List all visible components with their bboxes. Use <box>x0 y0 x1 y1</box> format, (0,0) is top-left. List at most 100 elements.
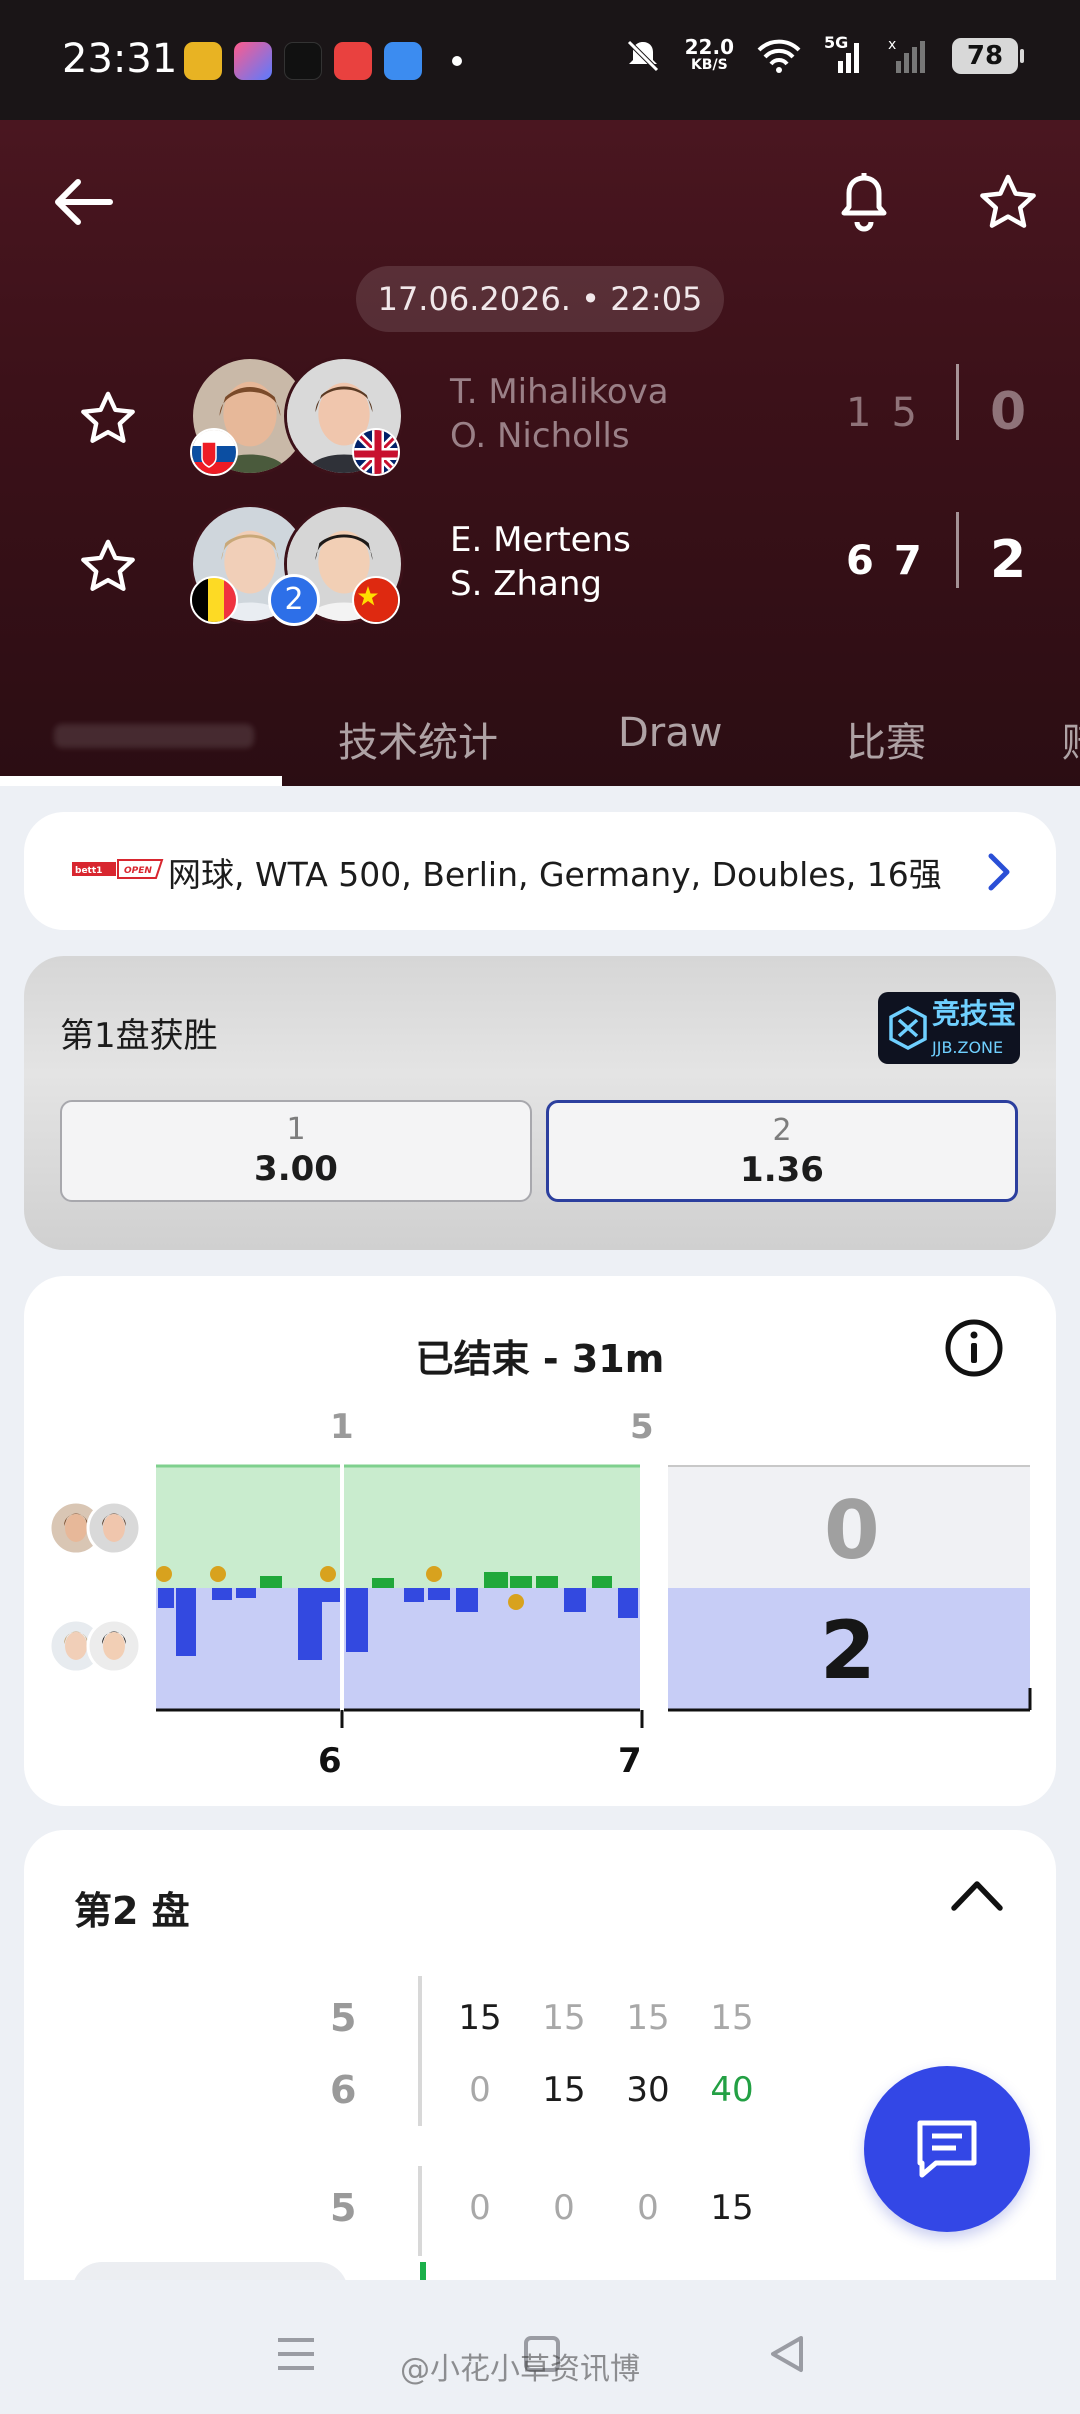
notification-icons <box>184 42 462 80</box>
odds-option-1[interactable]: 1 3.00 <box>60 1100 532 1202</box>
set-score: 1 <box>846 390 872 436</box>
team2-set-scores: 6 7 <box>846 538 922 584</box>
momentum-bar <box>176 1588 196 1656</box>
momentum-bar <box>564 1588 586 1612</box>
flag-belgium-icon <box>190 576 238 624</box>
chevron-up-icon <box>951 1881 1003 1911</box>
momentum-bar <box>510 1576 532 1588</box>
game-divider <box>418 2166 422 2256</box>
watermark: @小花小草资讯博 <box>400 2352 640 2387</box>
team1-games: 5 <box>330 2186 357 2230</box>
tab-statistics[interactable]: 技术统计 <box>338 710 498 768</box>
team1-sets-won: 0 <box>990 382 1027 442</box>
point-score: 30 <box>626 2070 670 2110</box>
active-tab-indicator <box>0 776 282 786</box>
player-name: T. Mihalikova <box>450 372 669 412</box>
odds-label: 1 <box>286 1112 306 1147</box>
tab-overview[interactable] <box>54 710 254 760</box>
momentum-bar <box>322 1588 340 1602</box>
flag-uk-icon <box>352 428 400 476</box>
team1-avatars <box>48 1500 142 1556</box>
match-momentum-card: 已结束 - 31m 1 5 6 7 0 2 <box>24 1276 1056 1806</box>
tab-matches[interactable]: 比赛 <box>846 710 926 768</box>
more-notifications-dot <box>452 56 462 66</box>
point-score: 15 <box>542 1998 586 2038</box>
player-name: E. Mertens <box>450 520 631 560</box>
browser-app-icon <box>384 42 422 80</box>
team1-names: T. Mihalikova O. Nicholls <box>450 370 669 458</box>
break-marker-icon <box>320 1566 336 1582</box>
comments-button[interactable] <box>864 2066 1030 2232</box>
momentum-bar <box>372 1578 394 1588</box>
photo-app-icon <box>234 42 272 80</box>
point-score: 15 <box>626 1998 670 2038</box>
team1-zone <box>156 1466 642 1588</box>
odds-card: 第1盘获胜 竞技宝 JJB.ZONE 1 3.00 2 1.36 <box>24 956 1056 1250</box>
point-score: 15 <box>542 2070 586 2110</box>
team2-names: E. Mertens S. Zhang <box>450 518 631 606</box>
status-bar: 23:31 22.0 KB/S 5G x 78 <box>0 0 1080 120</box>
momentum-bar <box>618 1588 638 1618</box>
status-time: 23:31 <box>62 36 178 82</box>
team-row-1[interactable]: T. Mihalikova O. Nicholls 1 5 0 <box>0 350 1080 480</box>
menu-icon <box>278 2338 314 2370</box>
back-button[interactable] <box>42 162 122 242</box>
signal-sim2-icon: x <box>888 37 925 73</box>
tab-draw[interactable]: Draw <box>618 710 722 756</box>
team1-set-scores: 1 5 <box>846 390 917 436</box>
tab-odds[interactable]: 赔 <box>1062 710 1080 768</box>
team1-set2-label: 5 <box>630 1407 654 1447</box>
flag-slovakia-icon <box>190 428 238 476</box>
collapse-button[interactable] <box>950 1878 1004 1916</box>
tiktok-app-icon <box>284 42 322 80</box>
momentum-bar <box>404 1588 424 1602</box>
favorite-team1-button[interactable] <box>70 380 146 456</box>
point-score: 0 <box>469 2188 491 2228</box>
break-marker-icon <box>508 1594 524 1610</box>
favorite-match-button[interactable] <box>968 162 1048 242</box>
back-nav-button[interactable] <box>756 2324 816 2384</box>
momentum-bar <box>428 1588 450 1600</box>
momentum-bar <box>456 1588 478 1612</box>
momentum-bar <box>260 1576 282 1588</box>
sponsor-logo[interactable]: 竞技宝 JJB.ZONE <box>878 992 1020 1064</box>
game-divider <box>418 1976 422 2126</box>
tournament-logo: bett1 OPEN <box>72 856 168 882</box>
battery-indicator: 78 <box>952 38 1024 74</box>
team-row-2[interactable]: 2 E. Mertens S. Zhang 6 7 2 <box>0 498 1080 628</box>
set-score: 6 <box>846 538 874 584</box>
point-score: 40 <box>710 2070 754 2110</box>
star-icon <box>980 174 1036 228</box>
break-marker-icon <box>156 1566 172 1582</box>
triangle-back-icon <box>771 2336 803 2372</box>
svg-text:OPEN: OPEN <box>124 866 152 876</box>
momentum-bar <box>298 1588 322 1660</box>
momentum-bar <box>158 1588 174 1608</box>
mute-icon <box>626 40 659 72</box>
team1-total: 0 <box>824 1484 880 1577</box>
match-datetime: 17.06.2026. • 22:05 <box>356 266 724 332</box>
favorite-team2-button[interactable] <box>70 528 146 604</box>
team2-games: 6 <box>330 2068 357 2112</box>
momentum-chart: 1 5 6 7 0 2 <box>48 1407 1032 1781</box>
star-icon <box>81 539 135 591</box>
wifi-icon <box>757 39 801 73</box>
odds-market-title: 第1盘获胜 <box>60 1016 218 1056</box>
notification-button[interactable] <box>824 162 904 242</box>
team2-sets-won: 2 <box>990 530 1027 590</box>
point-score: 0 <box>637 2188 659 2228</box>
break-marker-icon <box>426 1566 442 1582</box>
match-header: 17.06.2026. • 22:05 T. Mihalikova O. Nic… <box>0 120 1080 786</box>
tab-bar: 技术统计 Draw 比赛 赔 <box>0 688 1080 786</box>
recents-button[interactable] <box>266 2324 326 2384</box>
chevron-right-icon <box>986 852 1012 896</box>
score-divider <box>956 364 959 440</box>
league-card[interactable]: bett1 OPEN 网球, WTA 500, Berlin, Germany, … <box>24 812 1056 930</box>
red-app-icon <box>334 42 372 80</box>
point-score: 15 <box>710 2188 754 2228</box>
chat-icon <box>917 2120 977 2178</box>
player-name: O. Nicholls <box>450 416 630 456</box>
point-score: 15 <box>710 1998 754 2038</box>
odds-option-2[interactable]: 2 1.36 <box>546 1100 1018 1202</box>
signal-5g-icon: 5G <box>824 33 866 75</box>
